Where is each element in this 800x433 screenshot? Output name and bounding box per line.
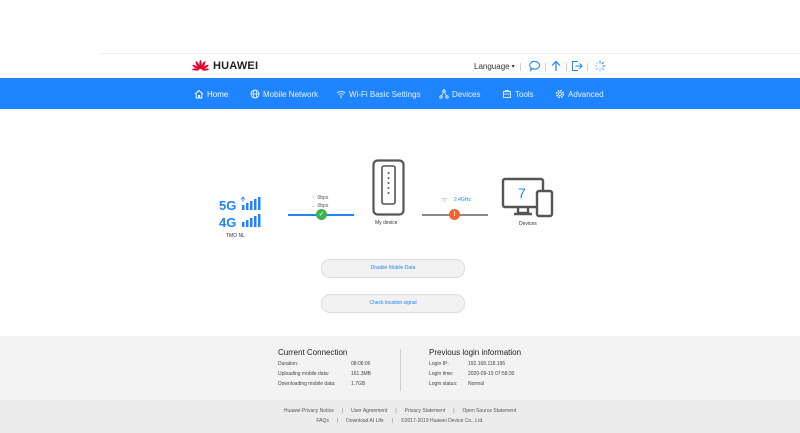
uploading-label: Uploading mobile data:: [278, 371, 330, 377]
caret-down-icon: ▾: [511, 64, 515, 70]
wifi-band-label: 2.4GHz: [454, 197, 471, 203]
upload-arrow-icon: ↑: [312, 195, 315, 201]
login-ip-label: Login IP:: [429, 361, 449, 367]
header-divider: [520, 63, 521, 71]
info-divider: [400, 349, 401, 391]
uploading-value: 161.3MB: [351, 371, 372, 377]
language-label: Language: [474, 62, 510, 71]
update-arrow-icon[interactable]: [550, 60, 562, 72]
router-label: My device: [375, 220, 398, 226]
footer-separator: |: [341, 408, 344, 414]
user-agreement-link[interactable]: User Agreement: [351, 408, 387, 414]
network-type-4g: 4G: [219, 215, 236, 230]
nav-label: Home: [207, 89, 229, 99]
check-location-signal-button[interactable]: Check location signal: [321, 294, 465, 313]
privacy-notice-link[interactable]: Huawei Privacy Notice: [284, 408, 334, 414]
downloading-label: Downloading mobile data:: [278, 381, 336, 387]
upload-rate-row: ↑ 0bps: [312, 194, 328, 202]
privacy-statement-link[interactable]: Privacy Statement: [405, 408, 446, 414]
footer-links-row-1: Huawei Privacy Notice | User Agreement | Pri…: [0, 408, 800, 414]
copyright: ©2017-2019 Huawei Device Co., Ltd.: [401, 418, 484, 424]
footer-separator: |: [336, 418, 339, 424]
language-dropdown[interactable]: Language ▾: [474, 62, 515, 71]
globe-icon: [250, 89, 260, 99]
brand-name: HUAWEI: [213, 60, 259, 72]
home-icon: [194, 89, 204, 99]
login-ip-value: 192.168.118.195: [468, 361, 506, 367]
previous-login-title: Previous login information: [429, 348, 522, 357]
nav-advanced[interactable]: Advanced: [555, 87, 604, 101]
gear-icon: [555, 89, 565, 99]
footer-separator: |: [395, 408, 397, 414]
footer-separator: |: [391, 418, 394, 424]
main-nav: Home Mobile Network Wi-Fi Basic Settings…: [0, 78, 800, 109]
devices-count: 7: [518, 185, 526, 201]
upload-rate: 0bps: [317, 195, 329, 201]
login-time-value: 2020-09-19 07:58:30: [468, 371, 515, 377]
nav-label: Devices: [452, 89, 481, 99]
login-status-value: Normal: [468, 381, 485, 387]
nav-label: Advanced: [568, 89, 604, 99]
connected-devices-icon[interactable]: [501, 177, 555, 219]
header-divider: [545, 63, 546, 71]
operator-name: TMO NL: [226, 233, 245, 239]
download-rate: 0bps: [317, 203, 329, 209]
current-connection-title: Current Connection: [278, 348, 348, 357]
nav-devices[interactable]: Devices: [439, 87, 480, 101]
devices-label: Devices: [519, 221, 537, 227]
nav-label: Wi-Fi Basic Settings: [349, 89, 421, 99]
loading-spinner-icon: [594, 60, 606, 72]
faqs-link[interactable]: FAQs: [316, 418, 329, 424]
download-arrow-icon: ↓: [312, 203, 315, 209]
wifi-band: 2.4GHz: [441, 197, 471, 203]
nav-home[interactable]: Home: [194, 87, 228, 101]
data-rates: ↑ 0bps ↓ 0bps: [312, 194, 328, 210]
disable-mobile-data-button[interactable]: Disable Mobile Data: [321, 259, 465, 278]
nav-label: Tools: [515, 89, 534, 99]
logout-icon[interactable]: [571, 60, 583, 72]
network-signal-icon: 5G 4G: [219, 196, 261, 230]
huawei-logo[interactable]: HUAWEI: [192, 60, 258, 72]
download-ai-life-link[interactable]: Download AI Life: [346, 418, 384, 424]
header-divider: [566, 63, 567, 71]
duration-value: 08:06:06: [351, 361, 371, 367]
open-source-statement-link[interactable]: Open Source Statement: [463, 408, 517, 414]
downloading-value: 1.7GB: [351, 381, 366, 387]
nav-wifi-basic-settings[interactable]: Wi-Fi Basic Settings: [336, 87, 421, 101]
wifi-icon: [336, 91, 346, 99]
nav-label: Mobile Network: [263, 89, 319, 99]
duration-label: Duration:: [278, 361, 299, 367]
devices-icon: [439, 89, 449, 99]
login-time-label: Login time:: [429, 371, 454, 377]
mobile-link-ok-icon: ✓: [316, 209, 327, 220]
wifi-link-warning-icon[interactable]: !: [449, 209, 460, 220]
login-status-label: Login status:: [429, 381, 458, 387]
footer-links-row-2: FAQs | Download AI Life | ©2017-2019 Huawei …: [0, 418, 800, 424]
router-icon[interactable]: [372, 159, 405, 216]
nav-mobile-network[interactable]: Mobile Network: [250, 87, 318, 101]
message-icon[interactable]: [529, 60, 541, 72]
footer: Huawei Privacy Notice | User Agreement | Pri…: [0, 400, 800, 433]
network-type-5g: 5G: [219, 198, 236, 213]
huawei-flower-icon: [192, 60, 209, 71]
wifi-band-icon: [441, 197, 448, 203]
header: HUAWEI Language ▾: [0, 54, 800, 78]
tools-icon: [503, 90, 511, 98]
footer-separator: |: [453, 408, 455, 414]
nav-tools[interactable]: Tools: [502, 87, 534, 101]
header-divider: [587, 63, 588, 71]
